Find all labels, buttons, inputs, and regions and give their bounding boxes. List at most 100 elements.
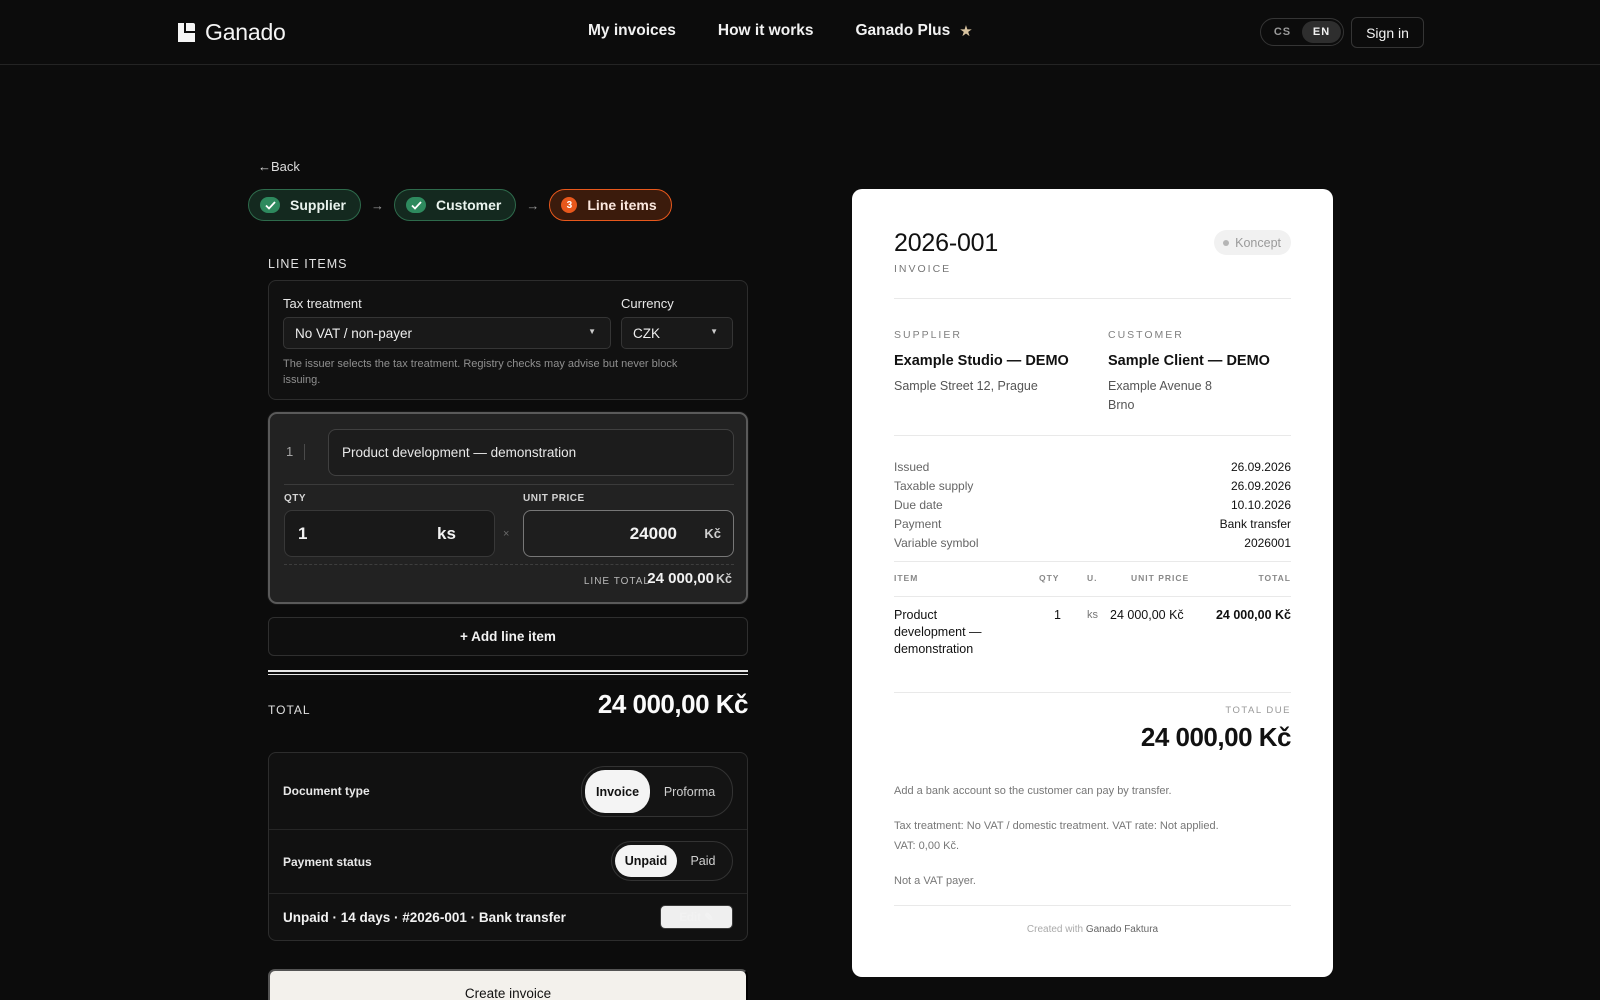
document-options-panel: Document type Invoice Proforma Payment s… <box>268 752 748 941</box>
sign-in-button[interactable]: Sign in <box>1351 17 1424 48</box>
payment-status-toggle: Unpaid Paid <box>611 841 733 881</box>
tax-treatment-value: No VAT / non-payer <box>295 325 413 341</box>
brand-name: Ganado <box>205 19 286 45</box>
line-number: 1 <box>286 444 294 459</box>
total-label: TOTAL <box>268 703 311 717</box>
nav-how-it-works[interactable]: How it works <box>718 22 814 40</box>
row-total: 24 000,00 Kč <box>1215 608 1291 622</box>
document-type-label: Document type <box>283 784 370 798</box>
tax-treatment-select[interactable]: No VAT / non-payer ▼ <box>283 317 611 349</box>
supplier-name: Example Studio — DEMO <box>894 353 1069 369</box>
language-switcher: CS EN <box>1260 18 1344 46</box>
meta-value: Bank transfer <box>1219 517 1291 531</box>
meta-key: Payment <box>894 517 942 531</box>
currency-value: CZK <box>633 325 660 341</box>
document-type-proforma[interactable]: Proforma <box>650 770 729 813</box>
star-icon: ★ <box>959 23 973 40</box>
qty-value: 1 <box>298 524 308 543</box>
supplier-heading: SUPPLIER <box>894 329 962 341</box>
lang-en[interactable]: EN <box>1302 21 1341 43</box>
chevron-down-icon: ▼ <box>710 327 718 336</box>
top-navigation: Ganado My invoices How it works Ganado P… <box>0 0 1600 65</box>
table-header-qty: QTY <box>1039 573 1060 583</box>
unit-price-currency: Kč <box>704 526 721 541</box>
nav-ganado-plus-label: Ganado Plus <box>855 22 951 39</box>
divider <box>894 596 1291 597</box>
customer-address-line-2: Brno <box>1108 398 1135 412</box>
customer-address-line-1: Example Avenue 8 <box>1108 379 1213 393</box>
meta-row: Issued 26.09.2026 <box>894 460 1291 479</box>
divider <box>304 444 305 460</box>
payment-unpaid[interactable]: Unpaid <box>615 845 677 877</box>
invoice-kind: INVOICE <box>894 263 952 275</box>
divider <box>894 905 1291 906</box>
brand-logo[interactable]: Ganado <box>175 19 286 46</box>
tax-note-line-1: Tax treatment: No VAT / domestic treatme… <box>894 820 1219 832</box>
row-item-line-2: development — <box>894 625 982 639</box>
add-line-item-button[interactable]: + Add line item <box>268 617 748 656</box>
unit-price-input[interactable]: 24000 Kč <box>523 510 734 557</box>
step-customer[interactable]: Customer <box>394 189 517 221</box>
divider <box>894 298 1291 299</box>
wizard-steps: Supplier → Customer → 3 Line items <box>248 189 672 221</box>
edit-payment-button[interactable]: Edit ✎ <box>660 905 733 929</box>
create-invoice-button[interactable]: Create invoice <box>268 969 748 1000</box>
divider <box>284 484 734 485</box>
currency-select[interactable]: CZK ▼ <box>621 317 733 349</box>
document-type-toggle: Invoice Proforma <box>581 766 733 817</box>
step-supplier[interactable]: Supplier <box>248 189 362 221</box>
row-unit-price: 24 000,00 Kč <box>1110 608 1184 622</box>
table-header-unit-price: UNIT PRICE <box>1131 573 1190 583</box>
row-item-line-3: demonstration <box>894 642 974 656</box>
nav-my-invoices[interactable]: My invoices <box>588 22 676 40</box>
multiply-icon: × <box>503 528 510 540</box>
meta-key: Taxable supply <box>894 479 974 493</box>
payment-status-label: Payment status <box>283 855 372 869</box>
step-line-items[interactable]: 3 Line items <box>549 189 672 221</box>
line-description-input[interactable]: Product development — demonstration <box>328 429 734 476</box>
document-type-row: Document type Invoice Proforma <box>269 753 747 830</box>
back-link[interactable]: ←Back <box>258 159 300 174</box>
qty-label: QTY <box>284 493 307 504</box>
unit-price-value: 24000 <box>629 524 677 543</box>
bank-account-note: Add a bank account so the customer can p… <box>894 785 1172 797</box>
footer-brand-link[interactable]: Ganado Faktura <box>1086 924 1158 935</box>
meta-row: Payment Bank transfer <box>894 517 1291 536</box>
step-supplier-label: Supplier <box>290 197 347 213</box>
invoice-number: 2026-001 <box>894 229 999 257</box>
document-type-invoice[interactable]: Invoice <box>585 770 651 813</box>
divider <box>894 561 1291 562</box>
line-item-card: 1 Product development — demonstration QT… <box>268 412 748 604</box>
payment-paid[interactable]: Paid <box>677 845 729 877</box>
qty-input[interactable]: 1 ks <box>284 510 495 557</box>
status-label: Koncept <box>1235 235 1281 250</box>
footer-prefix: Created with <box>1026 924 1084 935</box>
total-due-label: TOTAL DUE <box>1225 705 1291 716</box>
meta-row: Variable symbol 2026001 <box>894 536 1291 555</box>
nav-ganado-plus[interactable]: Ganado Plus ★ <box>855 22 972 40</box>
total-due-value: 24 000,00 Kč <box>1140 722 1292 752</box>
customer-name: Sample Client — DEMO <box>1108 353 1270 369</box>
tax-note-line-2: VAT: 0,00 Kč. <box>894 840 960 852</box>
meta-key: Variable symbol <box>894 536 979 550</box>
chevron-down-icon: ▼ <box>588 327 596 336</box>
invoice-preview: 2026-001 INVOICE Koncept SUPPLIER Exampl… <box>852 189 1333 977</box>
unit-select[interactable]: ks <box>437 524 456 544</box>
divider <box>284 564 734 565</box>
tax-settings-panel: Tax treatment No VAT / non-payer ▼ Curre… <box>268 280 748 400</box>
divider <box>894 692 1291 693</box>
arrow-right-icon: → <box>526 197 540 213</box>
line-total-currency: Kč <box>716 572 732 586</box>
preview-footer: Created with Ganado Faktura <box>852 924 1333 935</box>
payment-status-row: Payment status Unpaid Paid <box>269 830 747 894</box>
main-nav: My invoices How it works Ganado Plus ★ <box>588 22 973 40</box>
meta-value: 10.10.2026 <box>1230 498 1291 512</box>
tax-hint: The issuer selects the tax treatment. Re… <box>283 358 678 386</box>
table-header-item: ITEM <box>894 573 919 583</box>
lang-cs[interactable]: CS <box>1263 21 1302 43</box>
step-line-items-label: Line items <box>587 197 657 213</box>
check-icon <box>260 197 280 213</box>
line-total-label: LINE TOTAL <box>583 576 650 587</box>
arrow-left-icon: ← <box>258 159 271 174</box>
meta-value: 26.09.2026 <box>1230 479 1291 493</box>
